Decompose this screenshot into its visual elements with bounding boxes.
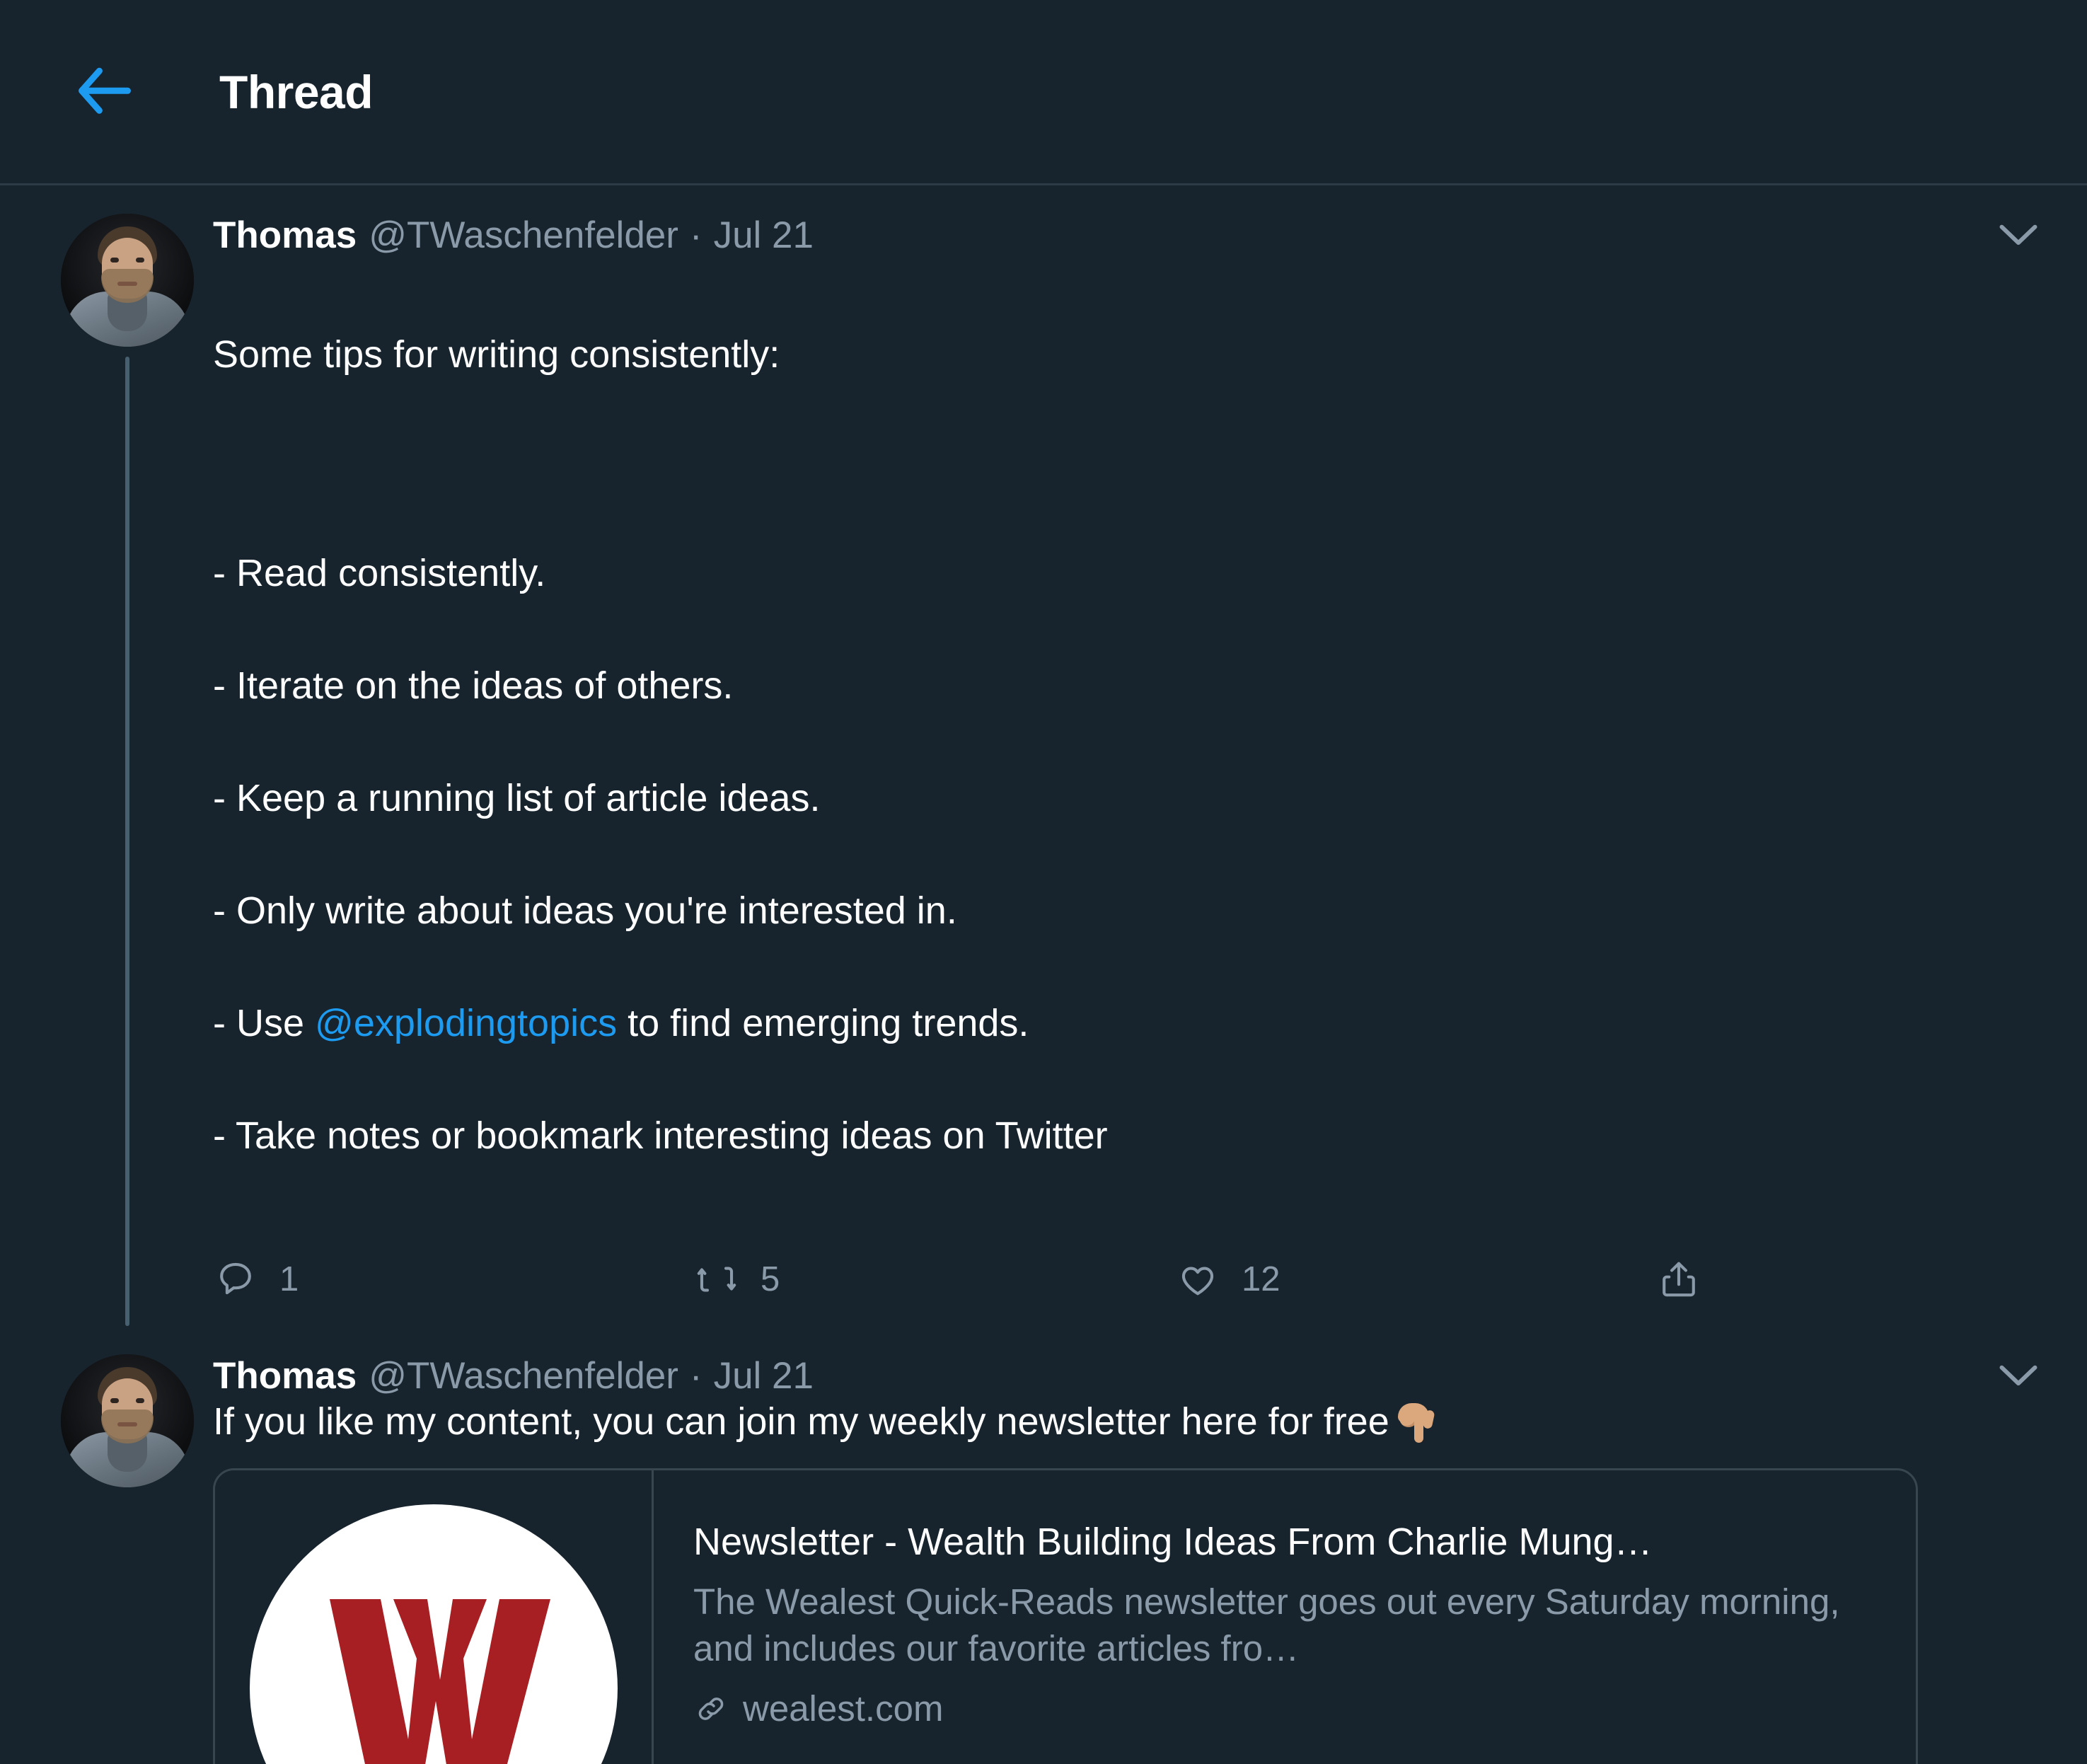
tweet-action-bar: 1 5 12	[213, 1257, 1769, 1326]
tweet-body: If you like my content, you can join my …	[213, 1400, 2037, 1443]
avatar[interactable]	[61, 214, 194, 347]
tweet-date[interactable]: Jul 21	[714, 1354, 814, 1397]
tweet-bullet-line-mention: - Use @explodingtopics to find emerging …	[213, 1003, 2037, 1044]
link-icon	[693, 1691, 729, 1726]
mention-prefix: - Use	[213, 1002, 316, 1044]
tweet-bullet-line: - Take notes or bookmark interesting ide…	[213, 1114, 1108, 1157]
tweet-header: Thomas @TWaschenfelder · Jul 21	[213, 214, 2037, 257]
like-button[interactable]: 12	[1175, 1257, 1656, 1302]
avatar-eye-left	[110, 1398, 119, 1403]
avatar-eye-right	[136, 258, 144, 263]
tweet-body: Some tips for writing consistently: - Re…	[213, 263, 2037, 1228]
tweet-bullet-line: - Only write about ideas you're interest…	[213, 889, 957, 932]
tweet-content: Thomas @TWaschenfelder · Jul 21 Some tip…	[202, 214, 2037, 1326]
separator-dot: ·	[689, 1355, 703, 1397]
tweet-item[interactable]: Thomas @TWaschenfelder · Jul 21 If you l…	[0, 1326, 2087, 1764]
tweet-content: Thomas @TWaschenfelder · Jul 21 If you l…	[202, 1354, 2037, 1764]
tweet-intro-line: Some tips for writing consistently:	[213, 333, 780, 376]
reply-button[interactable]: 1	[213, 1257, 694, 1302]
backhand-index-pointing-down-icon	[1397, 1403, 1435, 1443]
avatar-column	[53, 1354, 202, 1764]
card-domain-text: wealest.com	[743, 1688, 944, 1729]
avatar-eye-left	[110, 258, 119, 263]
reply-icon	[213, 1257, 258, 1302]
tweet-item[interactable]: Thomas @TWaschenfelder · Jul 21 Some tip…	[0, 185, 2087, 1326]
card-domain: wealest.com	[693, 1688, 1876, 1729]
tweet-more-button[interactable]	[1994, 1351, 2043, 1401]
page-title: Thread	[219, 65, 374, 118]
card-title: Newsletter - Wealth Building Ideas From …	[693, 1521, 1653, 1563]
share-button[interactable]	[1656, 1257, 1723, 1302]
heart-icon	[1175, 1257, 1220, 1302]
back-arrow-icon	[79, 67, 131, 114]
card-content: Newsletter - Wealth Building Ideas From …	[654, 1470, 1916, 1764]
reply-count: 1	[279, 1260, 299, 1298]
author-handle[interactable]: @TWaschenfelder	[369, 214, 678, 257]
avatar-eye-right	[136, 1398, 144, 1403]
wealest-logo	[249, 1504, 618, 1764]
share-icon	[1656, 1257, 1701, 1302]
back-button[interactable]	[62, 50, 147, 134]
tweet-date[interactable]: Jul 21	[714, 214, 814, 257]
avatar-column	[53, 214, 202, 1326]
author-display-name[interactable]: Thomas	[213, 214, 357, 257]
tweet-more-button[interactable]	[1994, 211, 2043, 260]
mention-link[interactable]: @explodingtopics	[315, 1002, 617, 1044]
mention-suffix: to find emerging trends.	[617, 1002, 1029, 1044]
chevron-down-icon	[1999, 1365, 2037, 1385]
thread-connector-line	[125, 357, 129, 1326]
tweet-bullet-line: - Keep a running list of article ideas.	[213, 777, 821, 819]
thread-header: Thread	[0, 0, 2087, 185]
tweet-bullet-line: - Iterate on the ideas of others.	[213, 664, 734, 707]
tweet-text-line: If you like my content, you can join my …	[213, 1400, 1389, 1443]
avatar-mouth	[117, 1422, 137, 1426]
tweet-header: Thomas @TWaschenfelder · Jul 21	[213, 1354, 2037, 1397]
card-thumbnail	[215, 1470, 654, 1764]
like-count: 12	[1242, 1260, 1280, 1298]
retweet-button[interactable]: 5	[694, 1257, 1175, 1302]
avatar-mouth	[117, 282, 137, 286]
author-handle[interactable]: @TWaschenfelder	[369, 1354, 678, 1397]
chevron-down-icon	[1999, 224, 2037, 245]
separator-dot: ·	[689, 214, 703, 256]
tweet-bullet-line: - Read consistently.	[213, 552, 546, 594]
retweet-icon	[694, 1257, 739, 1302]
link-preview-card[interactable]: Newsletter - Wealth Building Ideas From …	[213, 1468, 1918, 1764]
retweet-count: 5	[761, 1260, 780, 1298]
avatar[interactable]	[61, 1354, 194, 1487]
card-description: The Wealest Quick-Reads newsletter goes …	[693, 1581, 1840, 1669]
author-display-name[interactable]: Thomas	[213, 1354, 357, 1397]
logo-letter-w	[329, 1598, 550, 1764]
